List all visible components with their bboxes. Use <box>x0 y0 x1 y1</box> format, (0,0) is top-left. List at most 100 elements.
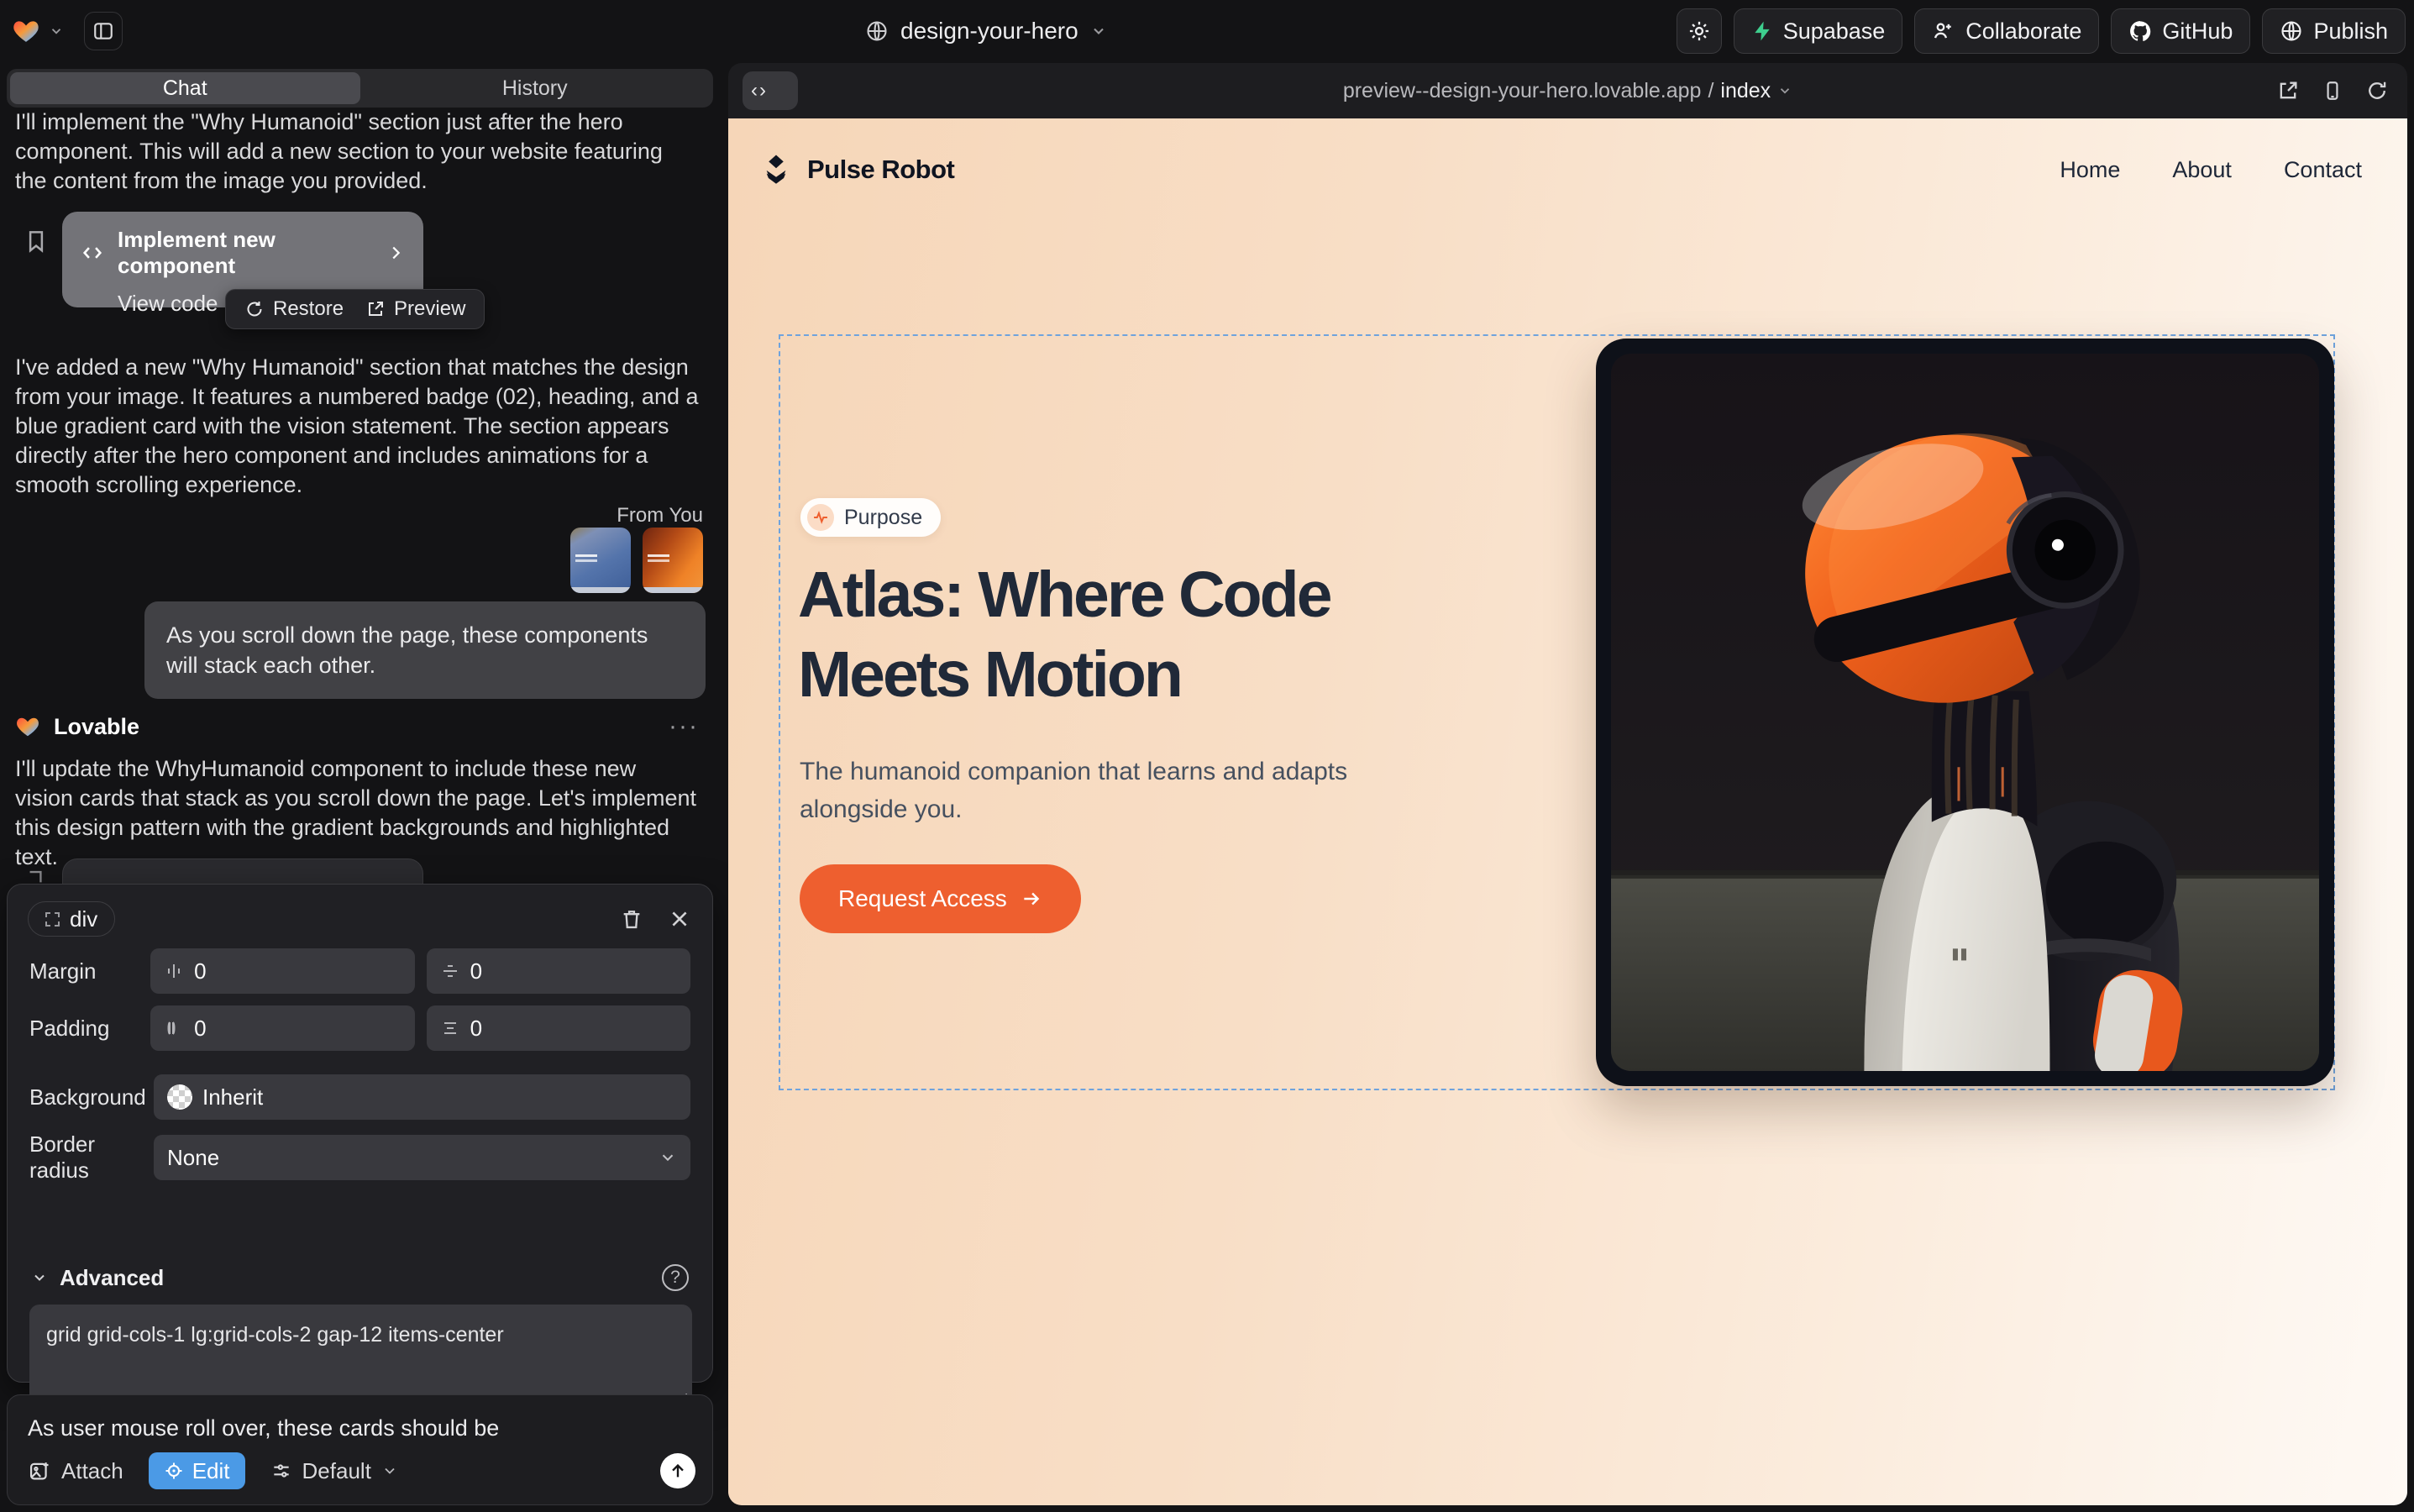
hero-headline: Atlas: Where Code Meets Motion <box>798 555 1478 715</box>
preview-topbar: ‹› preview--design-your-hero.lovable.app… <box>728 63 2407 118</box>
assistant-header: Lovable ··· <box>15 712 699 741</box>
bookmark-icon[interactable] <box>24 228 49 254</box>
advanced-section-header[interactable]: Advanced ? <box>8 1264 712 1291</box>
attach-image-icon <box>28 1459 51 1483</box>
app-topbar: design-your-hero Supabase Collaborate <box>0 0 2414 62</box>
restore-preview-toolbar: Restore Preview <box>225 289 485 329</box>
code-view-toggle[interactable]: ‹› <box>743 71 798 110</box>
padding-x-input[interactable]: 0 <box>150 1005 414 1051</box>
assistant-name: Lovable <box>54 714 139 740</box>
margin-x-input[interactable]: 0 <box>150 948 414 994</box>
target-icon <box>164 1461 184 1481</box>
composer-input[interactable]: As user mouse roll over, these cards sho… <box>28 1415 692 1441</box>
github-icon <box>2128 19 2152 43</box>
refresh-button[interactable] <box>2365 79 2389 102</box>
supabase-button[interactable]: Supabase <box>1734 8 1903 54</box>
padding-y-value: 0 <box>470 1016 482 1042</box>
cta-label: Request Access <box>838 885 1007 912</box>
restore-icon <box>244 299 265 319</box>
pulse-icon <box>807 504 834 531</box>
purpose-label: Purpose <box>844 506 922 530</box>
chevron-down-icon <box>659 1148 677 1167</box>
request-access-button[interactable]: Request Access <box>800 864 1081 933</box>
assistant-message: I'll update the WhyHumanoid component to… <box>15 754 699 872</box>
sliders-icon <box>270 1460 292 1482</box>
dashed-selection-icon <box>45 912 60 927</box>
lovable-heart-icon <box>15 714 40 739</box>
background-input[interactable]: Inherit <box>154 1074 690 1120</box>
margin-vertical-icon <box>440 961 460 981</box>
help-icon[interactable]: ? <box>662 1264 689 1291</box>
external-link-icon <box>365 299 386 319</box>
edit-label: Edit <box>192 1458 230 1484</box>
nav-contact[interactable]: Contact <box>2284 157 2362 183</box>
publish-button[interactable]: Publish <box>2262 8 2406 54</box>
hero-subheadline: The humanoid companion that learns and a… <box>800 753 1371 828</box>
mobile-view-button[interactable] <box>2322 80 2343 102</box>
margin-y-input[interactable]: 0 <box>427 948 690 994</box>
selected-element-chip[interactable]: div <box>28 901 115 937</box>
attachment-image-orange[interactable] <box>643 528 703 593</box>
component-card-partial[interactable] <box>62 858 423 887</box>
preview-page: index <box>1720 79 1771 103</box>
element-tag: div <box>70 906 97 932</box>
site-brand-name: Pulse Robot <box>807 155 954 185</box>
code-icon <box>81 241 104 265</box>
open-in-new-tab-button[interactable] <box>2276 79 2300 102</box>
chevron-down-icon <box>1777 83 1792 98</box>
site-brand[interactable]: Pulse Robot <box>758 152 954 187</box>
background-value: Inherit <box>202 1084 263 1110</box>
restore-label: Restore <box>273 297 344 321</box>
chevron-down-icon <box>31 1269 48 1286</box>
delete-element-button[interactable] <box>620 907 643 931</box>
edit-mode-button[interactable]: Edit <box>149 1452 245 1489</box>
border-radius-select[interactable]: None <box>154 1135 690 1180</box>
project-name: design-your-hero <box>900 18 1078 45</box>
chat-panel: Chat History I'll implement the "Why Hum… <box>7 69 713 1505</box>
model-mode-selector[interactable]: Default <box>270 1458 398 1484</box>
chevron-down-icon <box>381 1462 398 1479</box>
site-header: Pulse Robot Home About Contact <box>758 152 2362 187</box>
preview-panel: ‹› preview--design-your-hero.lovable.app… <box>728 63 2407 1505</box>
preview-label: Preview <box>394 297 465 321</box>
collaborate-icon <box>1932 19 1955 43</box>
from-you-label: From You <box>617 504 703 528</box>
advanced-label: Advanced <box>60 1265 164 1291</box>
restore-button[interactable]: Restore <box>244 297 344 321</box>
gear-icon <box>1687 19 1711 43</box>
sidebar-toggle-button[interactable] <box>84 12 123 50</box>
attach-button[interactable]: Attach <box>28 1458 123 1484</box>
attachment-image-blue[interactable] <box>570 528 631 593</box>
padding-horizontal-icon <box>164 1018 184 1038</box>
preview-button[interactable]: Preview <box>365 297 465 321</box>
border-radius-label: Border radius <box>29 1131 154 1184</box>
collaborate-label: Collaborate <box>1965 18 2081 45</box>
attachment-thumbnails <box>570 528 703 593</box>
preview-url-bar[interactable]: preview--design-your-hero.lovable.app / … <box>1343 79 1792 103</box>
assistant-message: I'll implement the "Why Humanoid" sectio… <box>15 108 699 196</box>
github-button[interactable]: GitHub <box>2111 8 2250 54</box>
settings-button[interactable] <box>1677 8 1722 54</box>
layers-logo-icon <box>758 152 794 187</box>
publish-label: Publish <box>2313 18 2388 45</box>
globe-icon <box>865 19 889 43</box>
element-inspector-panel: div Margin 0 0 <box>7 884 713 1383</box>
nav-about[interactable]: About <box>2172 157 2232 183</box>
robot-image <box>1611 354 2319 1071</box>
nav-home[interactable]: Home <box>2060 157 2120 183</box>
collaborate-button[interactable]: Collaborate <box>1914 8 2099 54</box>
send-button[interactable] <box>660 1453 695 1488</box>
border-radius-value: None <box>167 1145 219 1171</box>
purpose-badge: Purpose <box>800 498 941 537</box>
chevron-down-icon[interactable] <box>49 24 64 39</box>
margin-x-value: 0 <box>194 958 206 984</box>
lovable-logo-icon[interactable] <box>12 17 40 45</box>
close-inspector-button[interactable] <box>669 908 690 930</box>
padding-label: Padding <box>29 1016 150 1042</box>
chat-composer[interactable]: As user mouse roll over, these cards sho… <box>7 1394 713 1505</box>
transparency-swatch-icon <box>167 1084 192 1110</box>
padding-y-input[interactable]: 0 <box>427 1005 690 1051</box>
chevron-down-icon <box>1090 23 1107 39</box>
message-menu-button[interactable]: ··· <box>669 712 699 741</box>
project-selector[interactable]: design-your-hero <box>865 0 1107 62</box>
